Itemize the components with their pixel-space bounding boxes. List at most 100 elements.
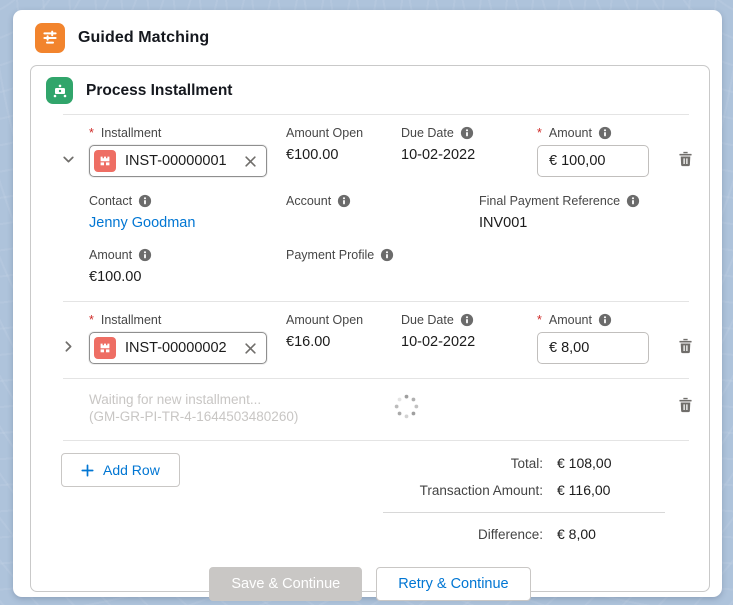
amount-open-value: €16.00 bbox=[286, 332, 401, 350]
final-payment-reference-value: INV001 bbox=[479, 213, 693, 231]
row-1-detail-grid-2: Amount €100.00 Payment Profile bbox=[89, 247, 693, 285]
chevron-right-icon[interactable] bbox=[47, 312, 89, 364]
trash-icon bbox=[678, 151, 693, 167]
difference-value: € 8,00 bbox=[543, 526, 665, 542]
installment-field: *Installment INST-00000001 bbox=[89, 125, 286, 177]
installment-object-icon bbox=[94, 337, 116, 359]
total-label: Total: bbox=[383, 456, 543, 471]
due-date-field: Due Date 10-02-2022 bbox=[401, 312, 537, 350]
total-value: € 108,00 bbox=[543, 455, 665, 471]
info-icon[interactable] bbox=[337, 194, 351, 208]
info-icon[interactable] bbox=[598, 313, 612, 327]
row-2-main-grid: *Installment INST-00000002 bbox=[89, 312, 693, 364]
amount-label: *Amount bbox=[537, 125, 663, 140]
info-icon[interactable] bbox=[138, 248, 152, 262]
amount-input[interactable] bbox=[537, 332, 649, 364]
action-bar: Save & Continue Retry & Continue bbox=[31, 567, 709, 601]
retry-continue-button[interactable]: Retry & Continue bbox=[376, 567, 530, 601]
payment-profile-value bbox=[286, 267, 693, 269]
transaction-amount-value: € 116,00 bbox=[543, 482, 665, 498]
delete-row-button[interactable] bbox=[678, 397, 693, 413]
row-2-fields: *Installment INST-00000002 bbox=[89, 312, 693, 364]
amount-open-field: Amount Open €100.00 bbox=[286, 125, 401, 163]
guided-matching-card: Guided Matching Process Installment bbox=[13, 10, 722, 597]
difference-label: Difference: bbox=[383, 527, 543, 542]
trash-icon bbox=[678, 338, 693, 354]
transaction-amount-row: Transaction Amount: € 116,00 bbox=[383, 482, 665, 498]
installment-row-1: *Installment INST-00000001 bbox=[31, 115, 709, 301]
info-icon[interactable] bbox=[598, 126, 612, 140]
info-icon[interactable] bbox=[380, 248, 394, 262]
loading-spinner-icon bbox=[393, 393, 420, 425]
add-row-label: Add Row bbox=[103, 462, 160, 478]
installment-lookup-pill[interactable]: INST-00000001 bbox=[89, 145, 267, 177]
waiting-line-1: Waiting for new installment... bbox=[89, 391, 379, 408]
info-icon[interactable] bbox=[460, 126, 474, 140]
contact-label: Contact bbox=[89, 193, 286, 208]
trash-icon bbox=[678, 397, 693, 413]
amount-open-value: €100.00 bbox=[286, 145, 401, 163]
required-asterisk: * bbox=[537, 126, 542, 140]
amount-open-label: Amount Open bbox=[286, 312, 401, 327]
row-1-actions bbox=[663, 125, 693, 167]
transaction-amount-label: Transaction Amount: bbox=[383, 483, 543, 498]
totals-divider bbox=[383, 512, 665, 513]
amount-field: *Amount bbox=[537, 125, 663, 177]
total-row: Total: € 108,00 bbox=[383, 455, 665, 471]
installment-field: *Installment INST-00000002 bbox=[89, 312, 286, 364]
due-date-field: Due Date 10-02-2022 bbox=[401, 125, 537, 163]
process-installment-panel: Process Installment *Installment bbox=[30, 65, 710, 592]
difference-row: Difference: € 8,00 bbox=[383, 526, 665, 542]
due-date-label: Due Date bbox=[401, 125, 537, 140]
payment-profile-label: Payment Profile bbox=[286, 247, 693, 262]
process-icon bbox=[46, 77, 73, 104]
contact-field: Contact Jenny Goodman bbox=[89, 193, 286, 231]
final-payment-reference-field: Final Payment Reference INV001 bbox=[479, 193, 693, 231]
installment-value: INST-00000001 bbox=[125, 153, 235, 169]
installment-row-2: *Installment INST-00000002 bbox=[31, 302, 709, 378]
panel-header: Process Installment bbox=[31, 66, 709, 114]
due-date-value: 10-02-2022 bbox=[401, 145, 537, 163]
waiting-line-2: (GM-GR-PI-TR-4-1644503480260) bbox=[89, 408, 379, 425]
installment-label: *Installment bbox=[89, 312, 286, 327]
waiting-text: Waiting for new installment... (GM-GR-PI… bbox=[89, 391, 379, 425]
payment-profile-field: Payment Profile bbox=[286, 247, 693, 285]
installment-lookup-pill[interactable]: INST-00000002 bbox=[89, 332, 267, 364]
row-2-actions bbox=[663, 312, 693, 354]
add-row-button[interactable]: Add Row bbox=[61, 453, 180, 487]
amount-open-label: Amount Open bbox=[286, 125, 401, 140]
delete-row-button[interactable] bbox=[678, 338, 693, 354]
contact-link[interactable]: Jenny Goodman bbox=[89, 213, 286, 231]
row-1-main-grid: *Installment INST-00000001 bbox=[89, 125, 693, 177]
row-1-detail-grid: Contact Jenny Goodman Account bbox=[89, 193, 693, 231]
app-header: Guided Matching bbox=[13, 10, 722, 62]
info-icon[interactable] bbox=[138, 194, 152, 208]
info-icon[interactable] bbox=[460, 313, 474, 327]
installment-label: *Installment bbox=[89, 125, 286, 140]
waiting-row-actions bbox=[678, 391, 693, 413]
amount-open-field: Amount Open €16.00 bbox=[286, 312, 401, 350]
amount-detail-label: Amount bbox=[89, 247, 286, 262]
clear-icon[interactable] bbox=[244, 342, 257, 355]
panel-footer: Add Row Total: € 108,00 Transaction Amou… bbox=[31, 441, 709, 553]
amount-field: *Amount bbox=[537, 312, 663, 364]
waiting-row: Waiting for new installment... (GM-GR-PI… bbox=[31, 379, 709, 440]
required-asterisk: * bbox=[89, 313, 94, 327]
chevron-down-icon[interactable] bbox=[47, 125, 89, 285]
amount-input[interactable] bbox=[537, 145, 649, 177]
info-icon[interactable] bbox=[626, 194, 640, 208]
final-payment-reference-label: Final Payment Reference bbox=[479, 193, 693, 208]
clear-icon[interactable] bbox=[244, 155, 257, 168]
panel-title: Process Installment bbox=[86, 82, 232, 100]
guided-matching-sliders-icon bbox=[35, 23, 65, 53]
due-date-value: 10-02-2022 bbox=[401, 332, 537, 350]
amount-detail-value: €100.00 bbox=[89, 267, 286, 285]
installment-value: INST-00000002 bbox=[125, 340, 235, 356]
row-1-fields: *Installment INST-00000001 bbox=[89, 125, 693, 285]
save-continue-button[interactable]: Save & Continue bbox=[209, 567, 362, 601]
account-field: Account bbox=[286, 193, 479, 231]
delete-row-button[interactable] bbox=[678, 151, 693, 167]
account-value bbox=[286, 213, 479, 215]
page-title: Guided Matching bbox=[78, 29, 209, 47]
amount-detail-field: Amount €100.00 bbox=[89, 247, 286, 285]
